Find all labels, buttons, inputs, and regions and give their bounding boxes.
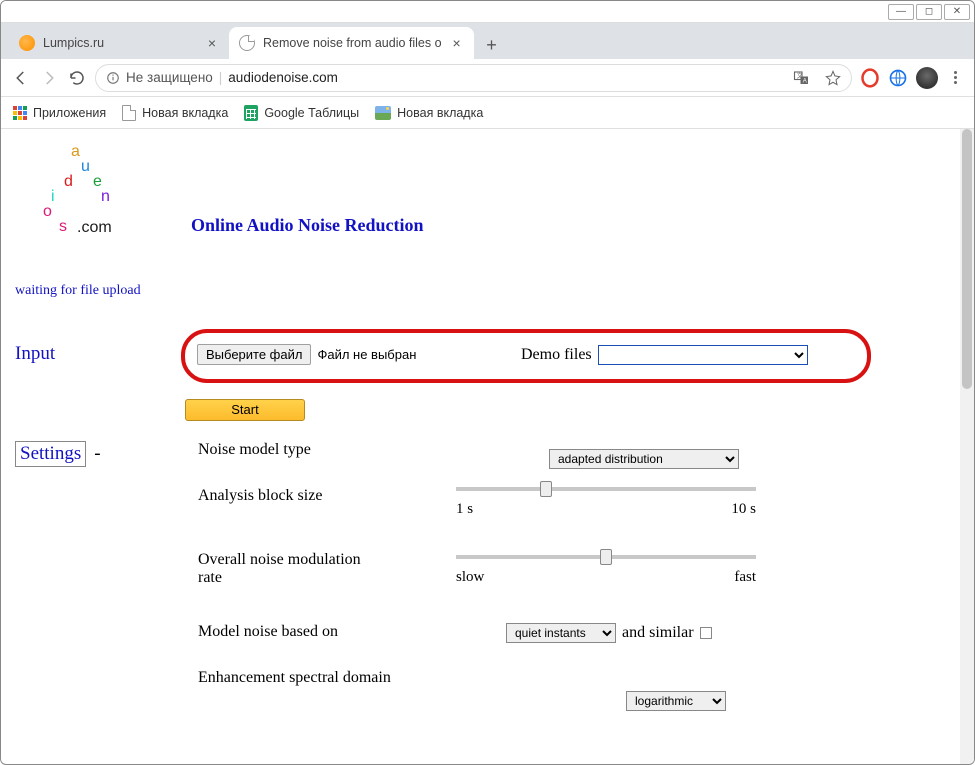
start-button[interactable]: Start (185, 399, 305, 421)
noise-model-type-select[interactable]: adapted distribution (549, 449, 739, 469)
slider-min-label: 1 s (456, 501, 473, 518)
page-icon (122, 105, 136, 121)
browser-tab-lumpics[interactable]: Lumpics.ru × (9, 27, 229, 59)
bookmark-star-icon[interactable] (825, 70, 841, 86)
settings-section-label[interactable]: Settings (15, 441, 86, 467)
model-noise-based-on-select[interactable]: quiet instants (506, 623, 616, 643)
back-button[interactable] (11, 68, 31, 88)
apps-grid-icon (13, 106, 27, 120)
reload-button[interactable] (67, 68, 87, 88)
settings-collapse-dash: - (94, 443, 100, 464)
window-minimize-button[interactable]: — (888, 4, 914, 20)
scenic-icon (375, 106, 391, 120)
demo-files-group: Demo files (521, 345, 808, 365)
tab-strip: Lumpics.ru × Remove noise from audio fil… (1, 23, 974, 59)
vertical-scrollbar[interactable] (960, 129, 974, 765)
forward-button[interactable] (39, 68, 59, 88)
noise-model-type-label: Noise model type (198, 441, 311, 459)
profile-avatar[interactable] (916, 67, 938, 89)
choose-file-button[interactable]: Выберите файл (197, 344, 311, 365)
analysis-block-size-slider[interactable] (456, 487, 756, 491)
model-noise-based-on-label: Model noise based on (198, 623, 338, 641)
address-bar[interactable]: Не защищено | audiodenoise.com 文A (95, 64, 852, 92)
page-headline: Online Audio Noise Reduction (191, 215, 424, 236)
bookmark-label: Новая вкладка (142, 106, 228, 120)
insecure-label: Не защищено (126, 70, 213, 85)
file-input-widget: Выберите файл Файл не выбран (197, 344, 416, 365)
url-separator: | (219, 70, 223, 85)
window-close-button[interactable]: ✕ (944, 4, 970, 20)
toolbar: Не защищено | audiodenoise.com 文A (1, 59, 974, 97)
new-tab-button[interactable]: + (478, 31, 506, 59)
window-maximize-button[interactable]: ◻ (916, 4, 942, 20)
bookmark-item[interactable]: Google Таблицы (244, 105, 359, 121)
tab-title: Lumpics.ru (43, 36, 197, 50)
bookmark-label: Новая вкладка (397, 106, 483, 120)
bookmark-label: Google Таблицы (264, 106, 359, 120)
svg-text:A: A (803, 78, 807, 84)
tab-close-button[interactable]: × (205, 36, 219, 50)
browser-window: — ◻ ✕ Lumpics.ru × Remove noise from aud… (0, 0, 975, 765)
demo-files-label: Demo files (521, 346, 592, 364)
bookmarks-apps-button[interactable]: Приложения (13, 106, 106, 120)
enhancement-spectral-domain-select[interactable]: logarithmic (626, 691, 726, 711)
demo-files-select[interactable] (598, 345, 808, 365)
analysis-block-size-label: Analysis block size (198, 487, 322, 505)
bookmark-item[interactable]: Новая вкладка (375, 106, 483, 120)
insecure-site-indicator[interactable]: Не защищено (106, 70, 213, 85)
input-section-label: Input (15, 343, 185, 365)
opera-extension-icon[interactable] (860, 68, 880, 88)
slider-max-label: fast (734, 569, 756, 586)
bookmark-item[interactable]: Новая вкладка (122, 105, 228, 121)
google-sheets-icon (244, 105, 258, 121)
scrollbar-thumb[interactable] (962, 129, 972, 389)
status-text: waiting for file upload (15, 283, 141, 299)
url-text: audiodenoise.com (228, 70, 338, 85)
page-content: a u d e i n o s .com Online Audio Noise … (1, 129, 974, 765)
slider-max-label: 10 s (731, 501, 756, 518)
browser-tab-audiodenoise[interactable]: Remove noise from audio files o × (229, 27, 474, 59)
chosen-file-name: Файл не выбран (317, 347, 416, 362)
tab-close-button[interactable]: × (450, 36, 464, 50)
and-similar-label: and similar (622, 624, 694, 642)
enhancement-spectral-domain-label: Enhancement spectral domain (198, 669, 398, 687)
os-titlebar: — ◻ ✕ (1, 1, 974, 23)
translate-icon[interactable]: 文A (793, 69, 811, 87)
page-favicon-icon (239, 35, 255, 51)
lumpics-favicon-icon (19, 35, 35, 51)
slider-min-label: slow (456, 569, 484, 586)
browser-menu-button[interactable] (946, 71, 964, 84)
overall-mod-rate-label: Overall noise modulation rate (198, 551, 378, 587)
and-similar-checkbox[interactable] (700, 627, 712, 639)
globe-extension-icon[interactable] (888, 68, 908, 88)
bookmark-label: Приложения (33, 106, 106, 120)
tab-title: Remove noise from audio files o (263, 36, 442, 50)
overall-mod-rate-slider[interactable] (456, 555, 756, 559)
input-section-row: Input (15, 343, 954, 365)
bookmarks-bar: Приложения Новая вкладка Google Таблицы … (1, 97, 974, 129)
settings-section-row: Settings - (15, 441, 101, 467)
info-icon (106, 71, 120, 85)
